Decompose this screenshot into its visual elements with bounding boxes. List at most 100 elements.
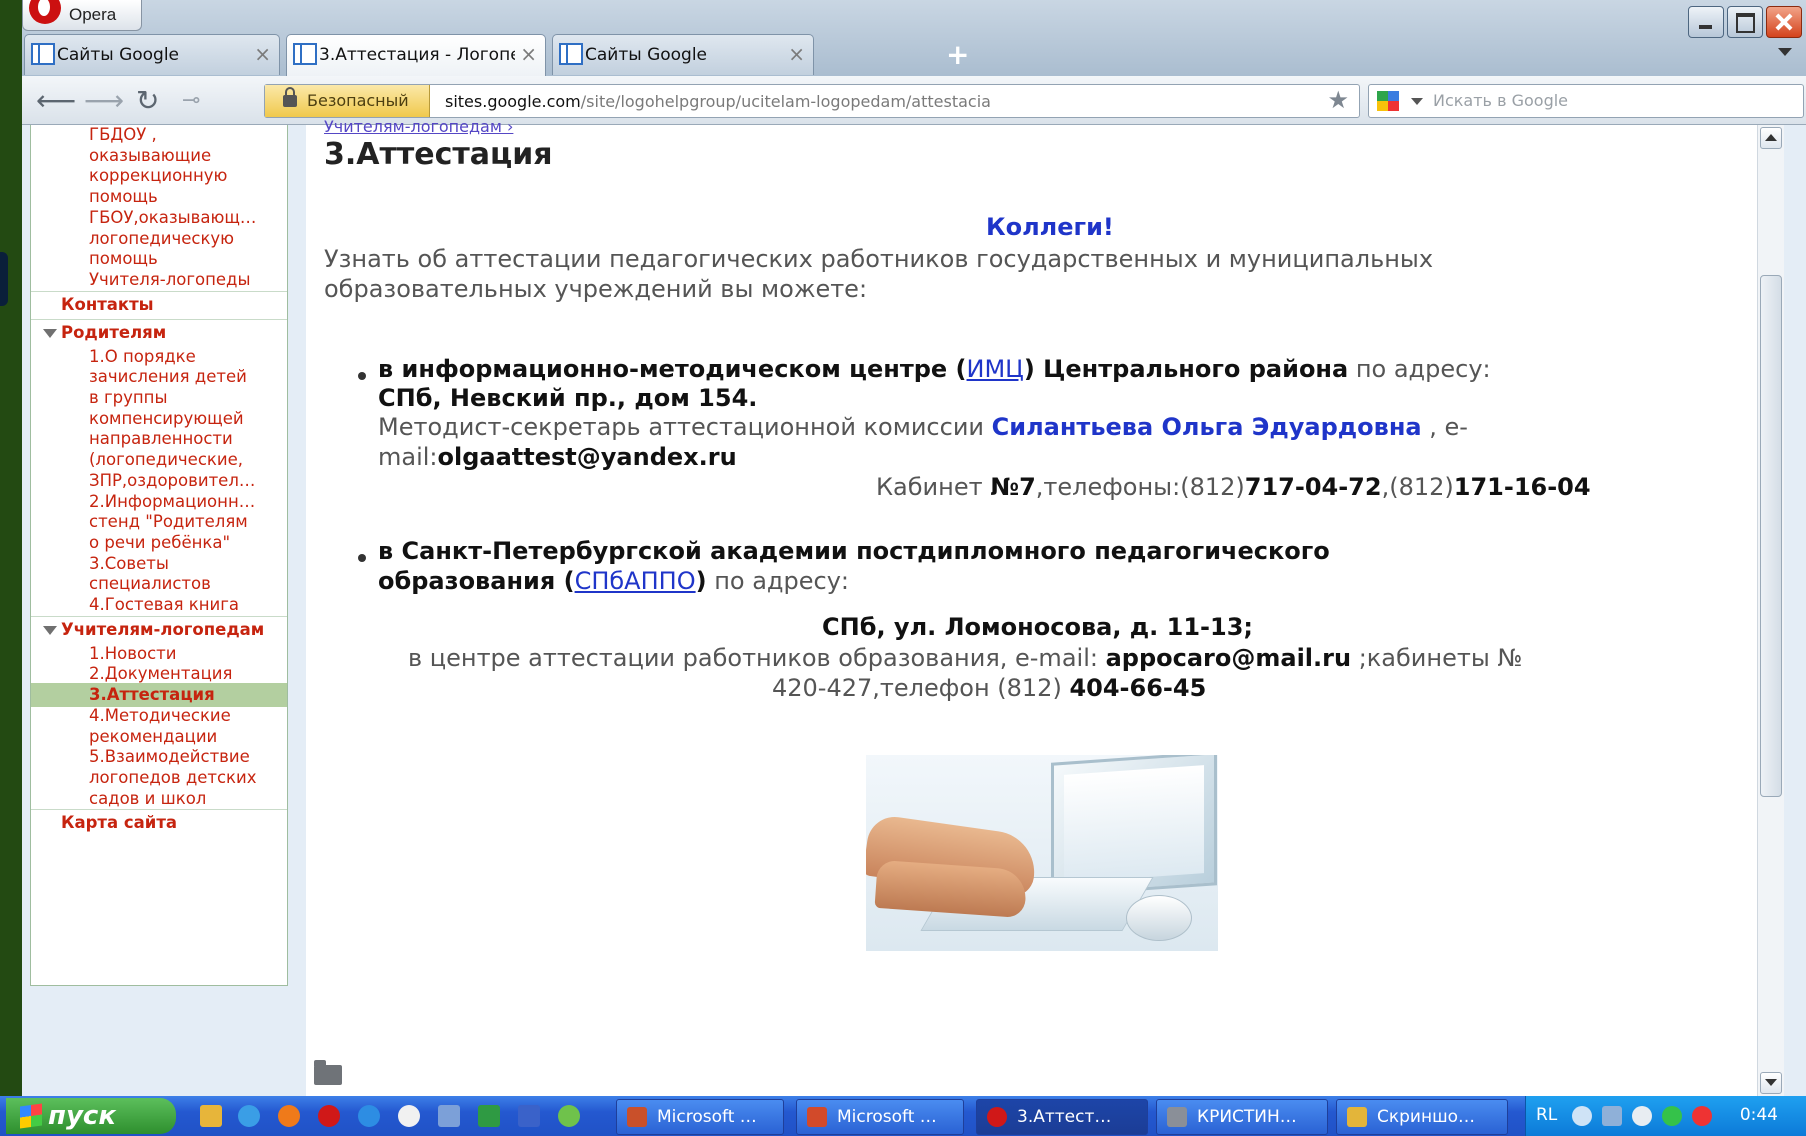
tab-list-chevron-icon[interactable] — [1778, 48, 1792, 56]
clock: 0:44 — [1739, 1105, 1778, 1125]
window-controls — [1688, 6, 1802, 38]
firefox-icon[interactable] — [278, 1105, 300, 1127]
forward-arrow-icon[interactable]: ⟶ — [84, 84, 124, 117]
chevron-down-icon[interactable] — [1411, 98, 1423, 105]
sidebar-item[interactable]: садов и школ — [31, 787, 287, 811]
folder-icon — [1347, 1107, 1367, 1127]
key-icon[interactable]: ⊸ — [182, 88, 200, 113]
appo-center: в центре аттестации работников образован… — [408, 644, 1106, 672]
opera-icon[interactable] — [318, 1105, 340, 1127]
taskbar-item[interactable]: КРИСТИН… — [1156, 1099, 1328, 1135]
powerpoint-icon — [807, 1107, 827, 1127]
reload-icon[interactable]: ↻ — [136, 84, 159, 117]
tab-close-icon[interactable]: × — [254, 42, 271, 66]
search-box[interactable]: Искать в Google — [1368, 84, 1804, 118]
tray-back-icon[interactable] — [1572, 1106, 1592, 1126]
sidebar-divider — [31, 318, 287, 320]
windows-taskbar: пуск Microsoft … Microsoft … 3.Аттест… К… — [0, 1096, 1806, 1136]
appo-line-2: образования (СПбАППО) по адресу: — [378, 567, 849, 595]
scroll-up-button[interactable] — [1760, 127, 1782, 149]
vertical-scrollbar[interactable] — [1757, 125, 1784, 1096]
appo-phone: 404-66-45 — [1069, 674, 1207, 702]
imc-link[interactable]: ИМЦ — [967, 355, 1024, 383]
monitor-shape — [1051, 755, 1217, 897]
opera-logo-icon — [29, 0, 61, 24]
chrome-icon[interactable] — [238, 1105, 260, 1127]
taskbar-item[interactable]: Microsoft … — [616, 1099, 784, 1135]
opera-menu-label: Opera — [69, 5, 117, 24]
quicklaunch-icon[interactable] — [438, 1105, 460, 1127]
taskbar-item-label: Microsoft … — [837, 1107, 937, 1127]
word-icon[interactable] — [518, 1105, 540, 1127]
scroll-down-button[interactable] — [1760, 1072, 1782, 1094]
cab-number: №7 — [990, 473, 1036, 501]
page-title: 3.Аттестация — [324, 137, 553, 172]
intro-line-2: образовательных учреждений вы можете: — [324, 275, 868, 303]
appo-text-c: ) — [695, 567, 707, 595]
sidebar-item[interactable]: 4.Гостевая книга — [31, 593, 287, 617]
intro-line-1: Узнать об аттестации педагогических рабо… — [324, 245, 1434, 273]
excel-icon[interactable] — [478, 1105, 500, 1127]
phone-code-1: (812) — [1180, 473, 1245, 501]
appo-cab: ;кабинеты № — [1351, 644, 1523, 672]
phone-code-2: ,(812) — [1381, 473, 1454, 501]
sidebar-section[interactable]: Контакты — [31, 293, 287, 317]
taskbar-item[interactable]: Microsoft … — [796, 1099, 964, 1135]
tab-sites-google-2[interactable]: Сайты Google × — [552, 34, 814, 75]
quicklaunch-icon[interactable] — [200, 1105, 222, 1127]
tab-close-icon[interactable]: × — [788, 42, 805, 66]
network-icon[interactable] — [1602, 1106, 1622, 1126]
appo-line-1: в Санкт-Петербургской академии постдипло… — [378, 537, 1330, 565]
sidebar-section[interactable]: Учителям-логопедам — [31, 618, 287, 642]
tab-sites-google-1[interactable]: Сайты Google × — [24, 34, 280, 75]
opera-menu-button[interactable]: Opera — [22, 0, 142, 31]
opera-tray-icon[interactable] — [1692, 1106, 1712, 1126]
back-arrow-icon[interactable]: ⟵ — [36, 84, 76, 117]
google-sites-icon — [559, 43, 583, 65]
address-bar[interactable]: Безопасный sites.google.com/site/logohel… — [264, 84, 1360, 118]
sidebar-divider — [31, 290, 287, 292]
tab-label: Сайты Google — [57, 45, 180, 65]
folder-icon[interactable] — [314, 1060, 342, 1085]
url-text[interactable]: sites.google.com/site/logohelpgroup/ucit… — [445, 92, 991, 111]
appo-text-d: по адресу: — [706, 567, 849, 595]
security-badge[interactable]: Безопасный — [265, 85, 430, 117]
taskbar-item-label: Microsoft … — [657, 1107, 757, 1127]
icq-icon[interactable] — [1662, 1106, 1682, 1126]
taskbar-item[interactable]: Скриншо… — [1336, 1099, 1508, 1135]
appo-text-b: образования ( — [378, 567, 575, 595]
opera-window: Opera Сайты Google × 3.Аттестация - Лого… — [22, 0, 1806, 1096]
google-search-engine-icon[interactable] — [1377, 91, 1399, 111]
email-label: mail: — [378, 443, 438, 471]
icq-icon[interactable] — [558, 1105, 580, 1127]
bookmark-star-icon[interactable]: ★ — [1327, 86, 1349, 114]
taskbar-item-active[interactable]: 3.Аттест… — [976, 1099, 1148, 1135]
imc-address: СПб, Невский пр., дом 154. — [378, 384, 758, 412]
language-indicator[interactable]: RL — [1536, 1105, 1557, 1125]
minimize-button[interactable] — [1688, 6, 1724, 38]
appo-email[interactable]: appocaro@mail.ru — [1106, 644, 1351, 672]
close-window-button[interactable] — [1766, 6, 1802, 38]
appo-center-line: в центре аттестации работников образован… — [408, 644, 1522, 672]
sidebar-divider — [31, 615, 287, 617]
cab-label: Кабинет — [876, 473, 991, 501]
imc-email[interactable]: olgaattest@yandex.ru — [438, 443, 737, 471]
start-button[interactable]: пуск — [6, 1098, 176, 1134]
new-tab-button[interactable]: + — [946, 38, 969, 71]
sidebar-section[interactable]: Родителям — [31, 321, 287, 345]
system-tray: RL 0:44 — [1525, 1096, 1806, 1136]
appo-link[interactable]: СПбАППО — [575, 567, 696, 595]
sidebar-item[interactable]: Учителя-логопеды — [31, 268, 287, 292]
maximize-button[interactable] — [1727, 6, 1763, 38]
scroll-thumb[interactable] — [1760, 275, 1782, 797]
media-player-icon[interactable] — [398, 1105, 420, 1127]
breadcrumb[interactable]: Учителям-логопедам › — [324, 117, 513, 136]
windows-flag-icon — [20, 1103, 42, 1129]
sidebar-section[interactable]: Карта сайта — [31, 811, 287, 835]
tab-attestacia[interactable]: 3.Аттестация - Логопе… × — [286, 34, 546, 77]
internet-explorer-icon[interactable] — [358, 1105, 380, 1127]
security-label: Безопасный — [307, 91, 409, 110]
desktop: Opera Сайты Google × 3.Аттестация - Лого… — [0, 0, 1806, 1136]
tab-close-icon[interactable]: × — [520, 42, 537, 66]
tray-star-icon[interactable] — [1632, 1106, 1652, 1126]
